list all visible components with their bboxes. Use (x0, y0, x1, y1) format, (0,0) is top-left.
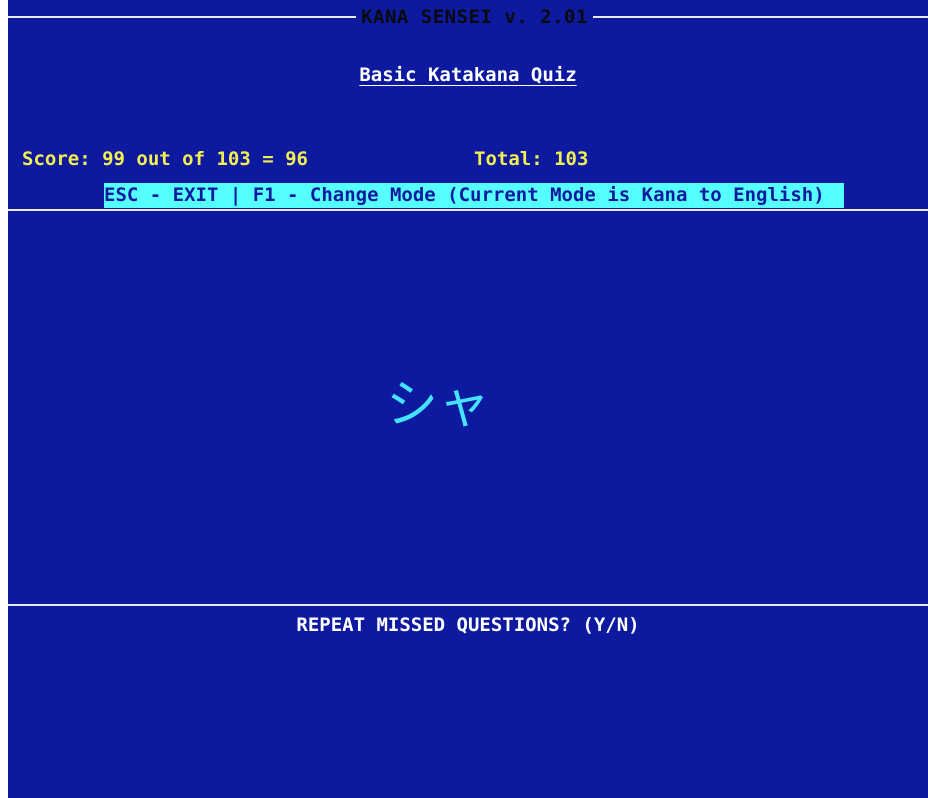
total-readout: Total: 103 (474, 148, 589, 170)
quiz-subtitle: Basic Katakana Quiz (359, 64, 577, 86)
repeat-missed-prompt[interactable]: REPEAT MISSED QUESTIONS? (Y/N) (8, 612, 928, 638)
app-title: KANA SENSEI v. 2.01 (361, 6, 588, 28)
kana-character: シャ (385, 375, 490, 435)
quiz-screen: KANA SENSEI v. 2.01 Basic Katakana Quiz … (8, 0, 928, 798)
score-readout: Score: 99 out of 103 = 96 (22, 148, 308, 170)
title-border-right (593, 16, 928, 18)
top-divider (8, 209, 928, 211)
title-border-left (8, 16, 356, 18)
bottom-divider (8, 604, 928, 606)
keyboard-help-bar: ESC - EXIT | F1 - Change Mode (Current M… (104, 183, 844, 208)
